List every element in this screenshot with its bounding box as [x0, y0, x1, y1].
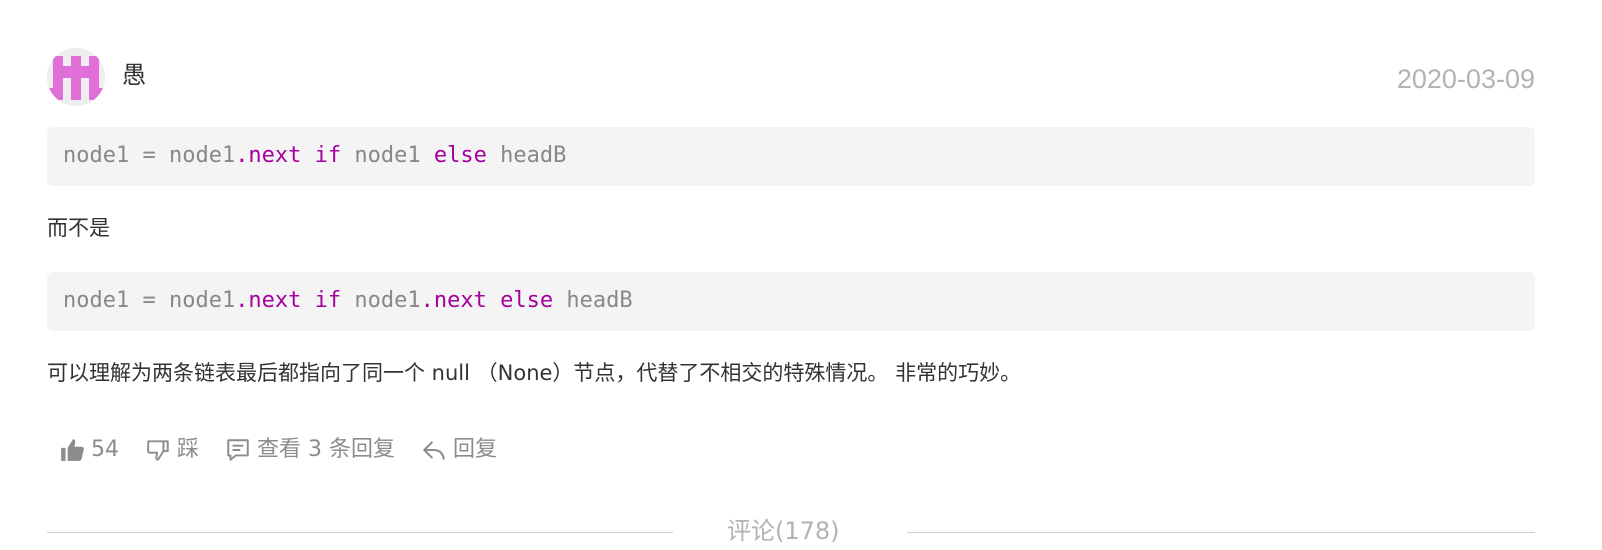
comments-divider: 评论(178): [47, 512, 1535, 550]
code-keyword: else: [500, 288, 554, 313]
code-block: node1 = node1.next if node1 else headB: [47, 127, 1535, 186]
reply-button[interactable]: 回复: [421, 435, 497, 465]
comment-text: 而不是: [47, 216, 110, 240]
author-name[interactable]: 愚: [122, 59, 146, 91]
code-keyword: else: [433, 143, 487, 168]
comments-count-heading[interactable]: 评论(178): [727, 514, 840, 548]
thumbs-down-icon: [147, 440, 169, 461]
comment-actions: 54 踩 查看 3 条回复 回复: [59, 432, 523, 468]
identicon-avatar-image: [47, 48, 105, 106]
code-text: node1: [341, 288, 421, 313]
code-text: node1 = node1: [63, 143, 236, 168]
code-keyword: if: [314, 288, 342, 313]
comment-date: 2020-03-09: [1396, 64, 1535, 94]
divider-line: [907, 532, 1535, 533]
like-count: 54: [91, 437, 119, 462]
code-line: node1 = node1.next if node1 else headB: [63, 141, 566, 171]
view-replies-button[interactable]: 查看 3 条回复: [225, 435, 395, 465]
comment-icon: [227, 439, 249, 461]
reply-arrow-icon: [423, 441, 445, 460]
dislike-label: 踩: [177, 437, 200, 462]
code-line: node1 = node1.next if node1.next else he…: [63, 286, 633, 316]
comment-header: 愚 2020-03-09: [47, 48, 1535, 108]
view-replies-label: 查看 3 条回复: [257, 437, 395, 462]
code-text: node1 = node1: [63, 288, 236, 313]
code-text: node1: [341, 143, 434, 168]
dislike-button[interactable]: 踩: [145, 435, 199, 465]
reply-label: 回复: [453, 437, 498, 462]
avatar[interactable]: [47, 48, 105, 106]
thumbs-up-icon: [61, 439, 84, 461]
code-keyword: .next: [235, 288, 302, 313]
like-button[interactable]: 54: [59, 435, 119, 465]
code-block: node1 = node1.next if node1.next else he…: [47, 272, 1535, 331]
comment-text: 可以理解为两条链表最后都指向了同一个 null （None）节点，代替了不相交的…: [47, 361, 1022, 385]
code-text: headB: [553, 288, 633, 313]
divider-line: [47, 532, 673, 533]
code-keyword: .next: [420, 288, 487, 313]
code-text: headB: [486, 143, 567, 168]
code-keyword: .next: [235, 143, 302, 168]
code-keyword: if: [314, 143, 342, 168]
